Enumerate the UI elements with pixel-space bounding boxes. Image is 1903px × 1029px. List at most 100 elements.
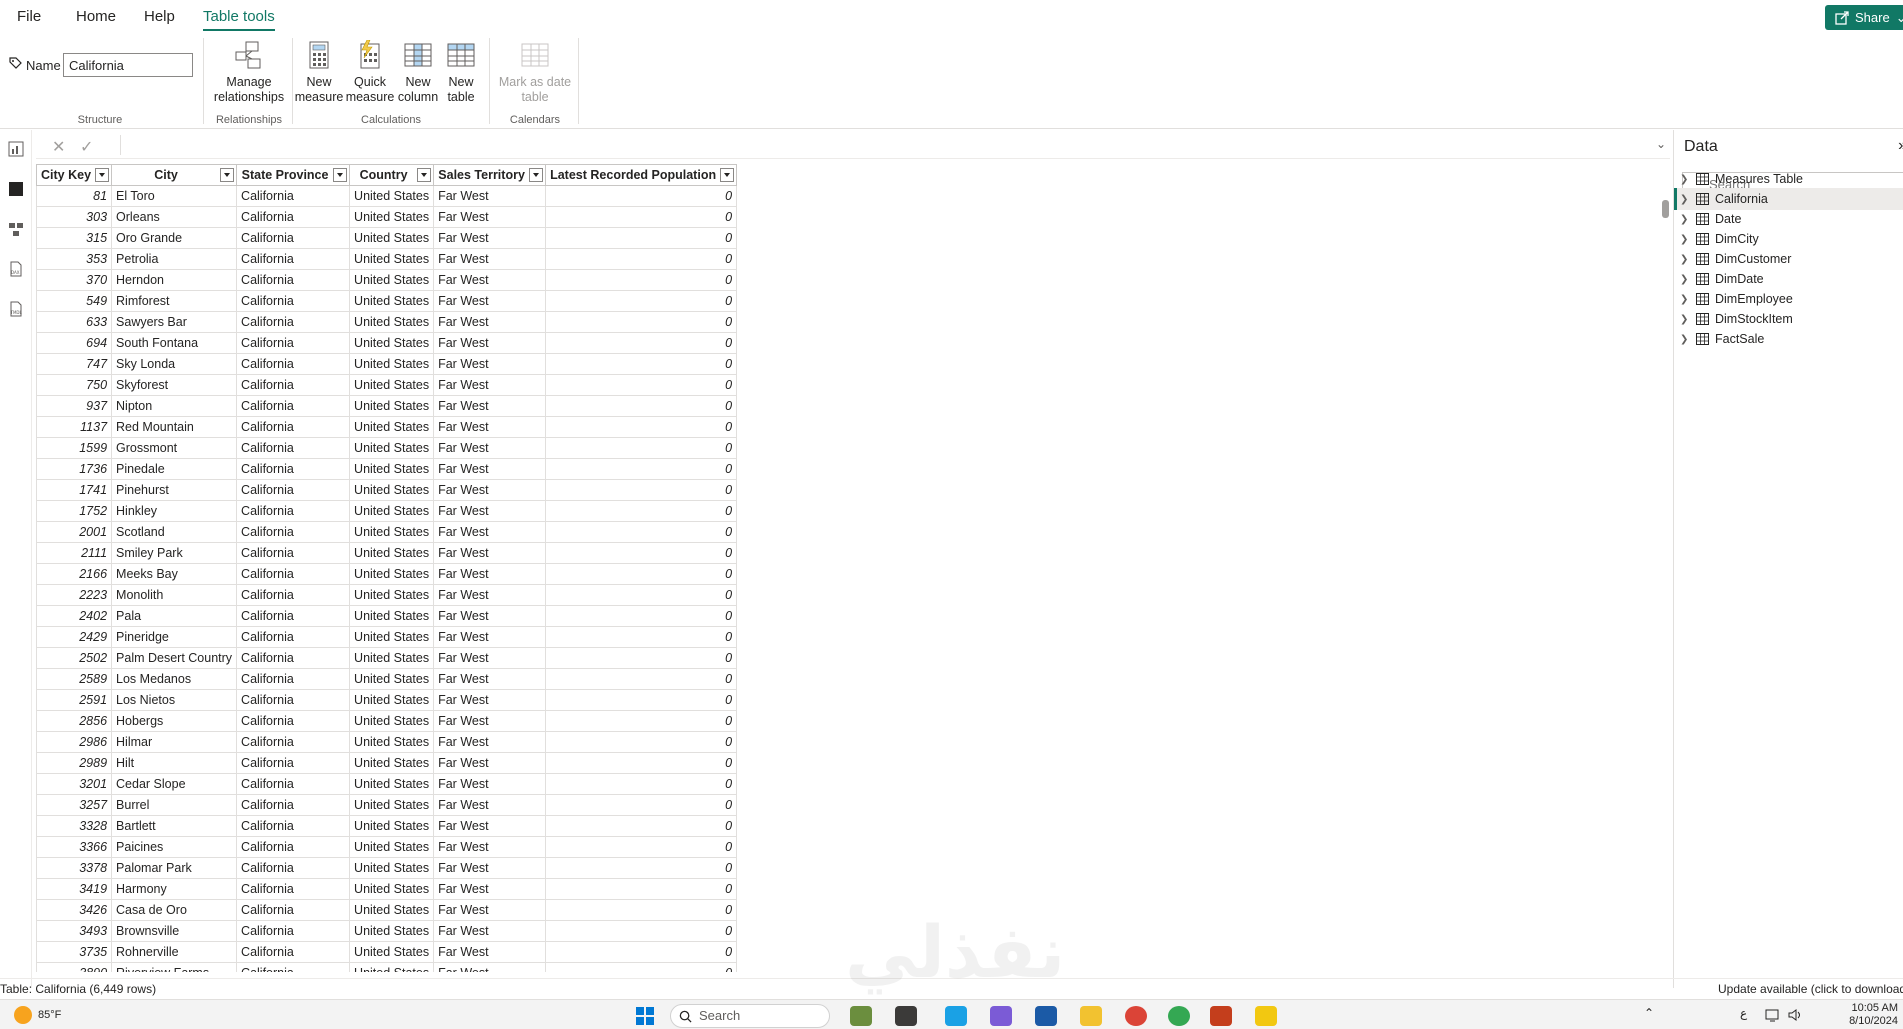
table-cell[interactable]: California: [236, 269, 351, 291]
table-cell[interactable]: United States: [349, 290, 435, 312]
table-cell[interactable]: Paicines: [111, 836, 238, 858]
chevron-down-icon[interactable]: ⌄: [1656, 137, 1666, 151]
table-cell[interactable]: Pinehurst: [111, 479, 238, 501]
table-row[interactable]: 3201 Cedar Slope California United States Fa…: [36, 773, 738, 795]
table-cell[interactable]: 2429: [36, 626, 113, 648]
table-cell[interactable]: 0: [545, 269, 738, 291]
table-cell[interactable]: 3426: [36, 899, 113, 921]
table-cell[interactable]: Palomar Park: [111, 857, 238, 879]
column-header[interactable]: Country: [349, 164, 435, 186]
filter-dropdown-icon[interactable]: [95, 168, 110, 182]
table-cell[interactable]: Red Mountain: [111, 416, 238, 438]
table-cell[interactable]: 0: [545, 794, 738, 816]
table-cell[interactable]: United States: [349, 584, 435, 606]
chevron-right-icon[interactable]: ❯: [1680, 194, 1692, 205]
volume-icon[interactable]: [1788, 1008, 1804, 1022]
table-cell[interactable]: 549: [36, 290, 113, 312]
table-cell[interactable]: Far West: [433, 857, 547, 879]
table-cell[interactable]: United States: [349, 227, 435, 249]
table-cell[interactable]: Herndon: [111, 269, 238, 291]
table-cell[interactable]: United States: [349, 857, 435, 879]
table-row[interactable]: 2166 Meeks Bay California United States Far …: [36, 563, 738, 585]
table-row[interactable]: 315 Oro Grande California United States Far …: [36, 227, 738, 249]
table-cell[interactable]: Far West: [433, 878, 547, 900]
table-cell[interactable]: United States: [349, 689, 435, 711]
table-row[interactable]: 2589 Los Medanos California United States Fa…: [36, 668, 738, 690]
table-cell[interactable]: California: [236, 311, 351, 333]
table-row[interactable]: 303 Orleans California United States Far Wes…: [36, 206, 738, 228]
table-cell[interactable]: Hinkley: [111, 500, 238, 522]
windows-start-icon[interactable]: [636, 1007, 654, 1025]
table-cell[interactable]: 0: [545, 395, 738, 417]
share-button[interactable]: Share ⌄: [1825, 5, 1903, 30]
table-node[interactable]: ❯ California: [1674, 188, 1903, 210]
table-cell[interactable]: Far West: [433, 563, 547, 585]
table-cell[interactable]: 0: [545, 521, 738, 543]
table-cell[interactable]: Far West: [433, 542, 547, 564]
table-cell[interactable]: Far West: [433, 437, 547, 459]
table-cell[interactable]: United States: [349, 710, 435, 732]
table-cell[interactable]: Far West: [433, 521, 547, 543]
table-cell[interactable]: Scotland: [111, 521, 238, 543]
table-cell[interactable]: Rohnerville: [111, 941, 238, 963]
table-row[interactable]: 3328 Bartlett California United States Far W…: [36, 815, 738, 837]
commit-formula-icon[interactable]: ✓: [80, 137, 93, 157]
table-cell[interactable]: California: [236, 773, 351, 795]
table-cell[interactable]: 0: [545, 248, 738, 270]
chrome-profile-icon[interactable]: [1168, 1006, 1190, 1026]
table-cell[interactable]: 1137: [36, 416, 113, 438]
table-cell[interactable]: California: [236, 647, 351, 669]
menu-file[interactable]: File: [17, 8, 41, 25]
table-cell[interactable]: Far West: [433, 647, 547, 669]
table-cell[interactable]: Hobergs: [111, 710, 238, 732]
table-cell[interactable]: 0: [545, 878, 738, 900]
table-cell[interactable]: California: [236, 353, 351, 375]
table-cell[interactable]: Far West: [433, 794, 547, 816]
table-cell[interactable]: California: [236, 563, 351, 585]
table-cell[interactable]: Far West: [433, 626, 547, 648]
table-row[interactable]: 2989 Hilt California United States Far West 0: [36, 752, 738, 774]
table-cell[interactable]: 0: [545, 311, 738, 333]
table-cell[interactable]: Far West: [433, 269, 547, 291]
table-cell[interactable]: 1741: [36, 479, 113, 501]
table-cell[interactable]: 0: [545, 710, 738, 732]
table-cell[interactable]: Hilt: [111, 752, 238, 774]
table-cell[interactable]: California: [236, 227, 351, 249]
table-row[interactable]: 3735 Rohnerville California United States Fa…: [36, 941, 738, 963]
filter-dropdown-icon[interactable]: [333, 168, 348, 182]
table-cell[interactable]: Burrel: [111, 794, 238, 816]
file-explorer-icon[interactable]: [1080, 1006, 1102, 1026]
scrollbar-thumb[interactable]: [1662, 200, 1669, 218]
weather-widget[interactable]: 85°F: [14, 1006, 61, 1024]
table-node[interactable]: ❯ DimCustomer: [1674, 248, 1903, 270]
menu-home[interactable]: Home: [76, 8, 116, 25]
table-cell[interactable]: United States: [349, 185, 435, 207]
table-cell[interactable]: Nipton: [111, 395, 238, 417]
table-row[interactable]: 2223 Monolith California United States Far W…: [36, 584, 738, 606]
table-node[interactable]: ❯ DimEmployee: [1674, 288, 1903, 310]
table-cell[interactable]: Cedar Slope: [111, 773, 238, 795]
table-cell[interactable]: Far West: [433, 290, 547, 312]
table-row[interactable]: 2402 Pala California United States Far West 0: [36, 605, 738, 627]
table-cell[interactable]: Far West: [433, 416, 547, 438]
table-cell[interactable]: 0: [545, 668, 738, 690]
table-name-input[interactable]: [63, 53, 193, 77]
table-cell[interactable]: Far West: [433, 374, 547, 396]
table-cell[interactable]: Palm Desert Country: [111, 647, 238, 669]
table-cell[interactable]: Orleans: [111, 206, 238, 228]
table-cell[interactable]: United States: [349, 605, 435, 627]
table-cell[interactable]: United States: [349, 437, 435, 459]
table-row[interactable]: 3493 Brownsville California United States Fa…: [36, 920, 738, 942]
table-cell[interactable]: 0: [545, 857, 738, 879]
table-row[interactable]: 937 Nipton California United States Far West…: [36, 395, 738, 417]
table-node[interactable]: ❯ DimCity: [1674, 228, 1903, 250]
table-cell[interactable]: Far West: [433, 815, 547, 837]
table-cell[interactable]: California: [236, 458, 351, 480]
chevron-right-icon[interactable]: ❯: [1680, 234, 1692, 245]
table-cell[interactable]: California: [236, 500, 351, 522]
table-cell[interactable]: 0: [545, 962, 738, 972]
table-cell[interactable]: 0: [545, 290, 738, 312]
table-cell[interactable]: Far West: [433, 668, 547, 690]
column-header[interactable]: Sales Territory: [433, 164, 547, 186]
table-row[interactable]: 1599 Grossmont California United States Far …: [36, 437, 738, 459]
